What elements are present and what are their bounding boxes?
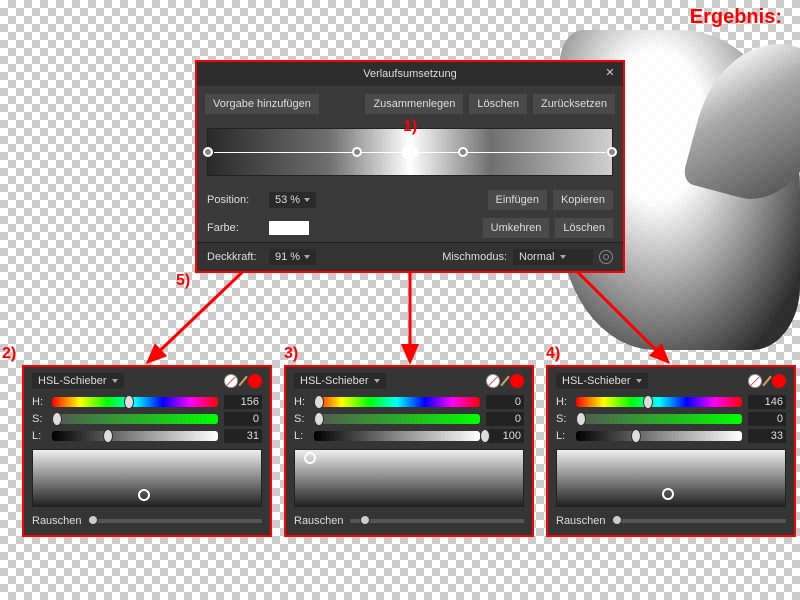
preview-picker-icon[interactable]	[662, 488, 674, 500]
chevron-down-icon[interactable]	[374, 379, 380, 383]
s-label: S:	[556, 413, 570, 425]
gradient-stop[interactable]	[352, 147, 362, 157]
chevron-down-icon[interactable]	[636, 379, 642, 383]
noise-slider[interactable]	[350, 519, 524, 523]
color-dot-icon[interactable]	[248, 374, 262, 388]
hsl-panel: HSL-Schieber H: 146 S: 0 L:	[546, 365, 796, 537]
chevron-down-icon[interactable]	[560, 255, 566, 259]
delete-button[interactable]: Löschen	[469, 94, 527, 114]
copy-button[interactable]: Kopieren	[553, 190, 613, 210]
l-slider[interactable]	[576, 431, 742, 441]
s-slider[interactable]	[576, 414, 742, 424]
add-preset-button[interactable]: Vorgabe hinzufügen	[205, 94, 319, 114]
l-slider[interactable]	[52, 431, 218, 441]
eyedropper-icon[interactable]	[762, 376, 771, 386]
s-label: S:	[294, 413, 308, 425]
dialog-titlebar[interactable]: Verlaufsumsetzung ✕	[197, 62, 623, 86]
gradient-stop[interactable]	[458, 147, 468, 157]
none-icon[interactable]	[486, 374, 500, 388]
position-label: Position:	[207, 194, 263, 206]
s-value[interactable]: 0	[224, 412, 262, 426]
h-label: H:	[294, 396, 308, 408]
l-value[interactable]: 100	[486, 429, 524, 443]
l-label: L:	[556, 430, 570, 442]
noise-label: Rauschen	[294, 515, 344, 527]
merge-button[interactable]: Zusammenlegen	[365, 94, 463, 114]
h-value[interactable]: 146	[748, 395, 786, 409]
delete-stop-button[interactable]: Löschen	[555, 218, 613, 238]
h-slider[interactable]	[52, 397, 218, 407]
annotation-3: 3)	[284, 345, 298, 363]
dialog-title: Verlaufsumsetzung	[363, 68, 457, 80]
l-label: L:	[294, 430, 308, 442]
noise-label: Rauschen	[32, 515, 82, 527]
gradient-stop[interactable]	[607, 147, 617, 157]
hsl-mode-select[interactable]: HSL-Schieber	[556, 373, 648, 389]
dialog-toolbar: Vorgabe hinzufügen Zusammenlegen Löschen…	[197, 86, 623, 122]
hsl-mode-select[interactable]: HSL-Schieber	[294, 373, 386, 389]
none-icon[interactable]	[748, 374, 762, 388]
blendmode-select[interactable]: Normal	[513, 249, 593, 265]
h-value[interactable]: 156	[224, 395, 262, 409]
s-value[interactable]: 0	[486, 412, 524, 426]
hsl-panel: HSL-Schieber H: 156 S: 0 L:	[22, 365, 272, 537]
h-slider[interactable]	[576, 397, 742, 407]
s-slider[interactable]	[314, 414, 480, 424]
s-value[interactable]: 0	[748, 412, 786, 426]
s-slider[interactable]	[52, 414, 218, 424]
hsl-mode-select[interactable]: HSL-Schieber	[32, 373, 124, 389]
l-slider[interactable]	[314, 431, 480, 441]
none-icon[interactable]	[224, 374, 238, 388]
h-slider[interactable]	[314, 397, 480, 407]
insert-button[interactable]: Einfügen	[488, 190, 547, 210]
color-preview[interactable]	[556, 449, 786, 507]
color-dot-icon[interactable]	[510, 374, 524, 388]
color-label: Farbe:	[207, 222, 263, 234]
color-preview[interactable]	[294, 449, 524, 507]
h-label: H:	[556, 396, 570, 408]
noise-slider[interactable]	[88, 519, 262, 523]
annotation-4: 4)	[546, 345, 560, 363]
annotation-1: 1)	[403, 118, 417, 136]
color-preview[interactable]	[32, 449, 262, 507]
l-value[interactable]: 33	[748, 429, 786, 443]
gradient-map-dialog: Verlaufsumsetzung ✕ Vorgabe hinzufügen Z…	[195, 60, 625, 273]
color-dot-icon[interactable]	[772, 374, 786, 388]
close-icon[interactable]: ✕	[603, 66, 617, 80]
reset-button[interactable]: Zurücksetzen	[533, 94, 615, 114]
opacity-label: Deckkraft:	[207, 251, 263, 263]
l-label: L:	[32, 430, 46, 442]
eyedropper-icon[interactable]	[500, 376, 509, 386]
h-value[interactable]: 0	[486, 395, 524, 409]
result-label: Ergebnis:	[690, 6, 782, 29]
l-value[interactable]: 31	[224, 429, 262, 443]
annotation-5: 5)	[176, 272, 190, 290]
reverse-button[interactable]: Umkehren	[483, 218, 550, 238]
chevron-down-icon[interactable]	[304, 198, 310, 202]
s-label: S:	[32, 413, 46, 425]
preview-picker-icon[interactable]	[138, 489, 150, 501]
position-value[interactable]: 53 %	[269, 192, 316, 208]
h-label: H:	[32, 396, 46, 408]
chevron-down-icon[interactable]	[112, 379, 118, 383]
annotation-2: 2)	[2, 345, 16, 363]
gear-icon[interactable]	[599, 250, 613, 264]
color-swatch[interactable]	[269, 221, 309, 235]
hsl-panel: HSL-Schieber H: 0 S: 0 L:	[284, 365, 534, 537]
blendmode-label: Mischmodus:	[442, 251, 507, 263]
noise-slider[interactable]	[612, 519, 786, 523]
gradient-stop[interactable]	[402, 144, 418, 160]
preview-picker-icon[interactable]	[304, 452, 316, 464]
eyedropper-icon[interactable]	[238, 376, 247, 386]
opacity-value[interactable]: 91 %	[269, 249, 316, 265]
gradient-stop[interactable]	[203, 147, 213, 157]
chevron-down-icon[interactable]	[304, 255, 310, 259]
noise-label: Rauschen	[556, 515, 606, 527]
